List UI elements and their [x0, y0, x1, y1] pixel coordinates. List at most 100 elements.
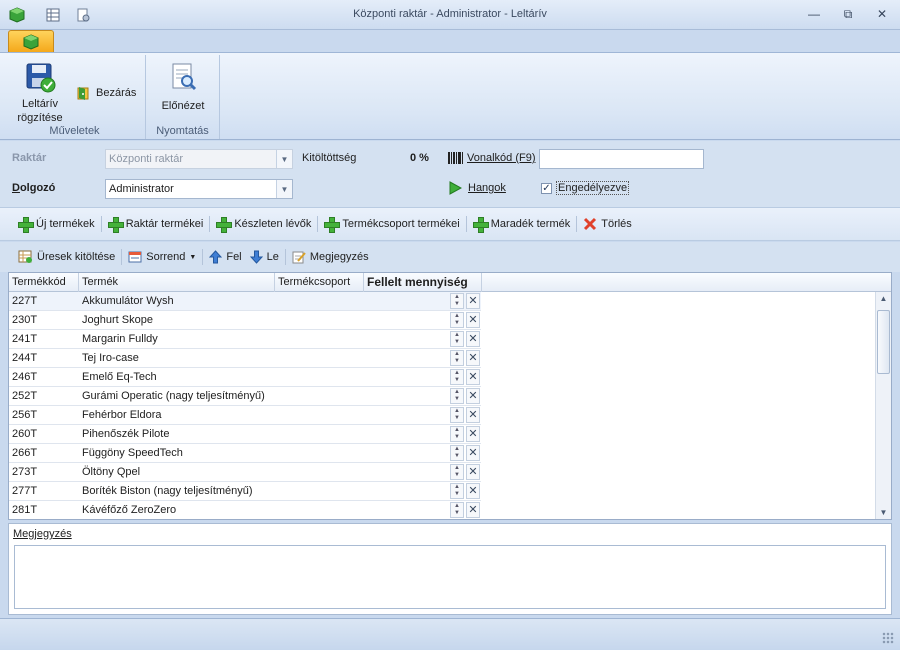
warehouse-products-button[interactable]: Raktár termékei — [104, 213, 208, 235]
product-code-cell[interactable]: 281T — [9, 501, 79, 519]
product-name-cell[interactable]: Akkumulátor Wysh — [79, 292, 275, 311]
product-group-cell[interactable] — [275, 387, 364, 406]
application-menu-button[interactable] — [8, 30, 54, 52]
column-header-product[interactable]: Termék — [79, 273, 275, 292]
product-group-cell[interactable] — [275, 501, 364, 519]
close-button[interactable]: ✕ — [872, 6, 892, 22]
product-code-cell[interactable]: 227T — [9, 292, 79, 311]
barcode-input[interactable] — [539, 149, 704, 169]
scroll-thumb[interactable] — [877, 310, 890, 374]
order-dropdown-button[interactable]: Sorrend ▼ — [124, 246, 200, 268]
enabled-checkbox[interactable]: ✓ Engedélyezve — [541, 181, 630, 195]
scroll-up-icon[interactable]: ▲ — [876, 292, 891, 306]
product-group-cell[interactable] — [275, 292, 364, 311]
product-name-cell[interactable]: Tej Iro-case — [79, 349, 275, 368]
quantity-cell[interactable] — [364, 330, 450, 349]
stepper-up-icon[interactable]: ▲ — [451, 332, 463, 339]
quantity-stepper[interactable]: ▲ ▼ — [450, 331, 464, 347]
quantity-stepper[interactable]: ▲ ▼ — [450, 502, 464, 518]
stepper-up-icon[interactable]: ▲ — [451, 389, 463, 396]
product-name-cell[interactable]: Gurámi Operatic (nagy teljesítményű) — [79, 387, 275, 406]
product-code-cell[interactable]: 252T — [9, 387, 79, 406]
clear-quantity-icon[interactable]: ✕ — [466, 312, 480, 328]
table-row[interactable]: 227T Akkumulátor Wysh ▲ ▼ ✕ — [9, 292, 481, 311]
stepper-up-icon[interactable]: ▲ — [451, 294, 463, 301]
stepper-down-icon[interactable]: ▼ — [451, 434, 463, 441]
delete-button[interactable]: Törlés — [579, 213, 636, 235]
clear-quantity-icon[interactable]: ✕ — [466, 407, 480, 423]
stepper-up-icon[interactable]: ▲ — [451, 503, 463, 510]
product-group-cell[interactable] — [275, 463, 364, 482]
quantity-stepper[interactable]: ▲ ▼ — [450, 312, 464, 328]
product-code-cell[interactable]: 244T — [9, 349, 79, 368]
product-group-cell[interactable] — [275, 406, 364, 425]
quantity-cell[interactable] — [364, 311, 450, 330]
stepper-down-icon[interactable]: ▼ — [451, 377, 463, 384]
clear-quantity-icon[interactable]: ✕ — [466, 293, 480, 309]
quantity-stepper[interactable]: ▲ ▼ — [450, 483, 464, 499]
quantity-cell[interactable] — [364, 482, 450, 501]
clear-quantity-icon[interactable]: ✕ — [466, 426, 480, 442]
table-row[interactable]: 241T Margarin Fulldy ▲ ▼ ✕ — [9, 330, 481, 349]
quantity-cell[interactable] — [364, 444, 450, 463]
product-name-cell[interactable]: Öltöny Qpel — [79, 463, 275, 482]
column-header-group[interactable]: Termékcsoport — [275, 273, 364, 292]
product-group-cell[interactable] — [275, 368, 364, 387]
product-group-cell[interactable] — [275, 330, 364, 349]
quantity-cell[interactable] — [364, 406, 450, 425]
product-name-cell[interactable]: Fehérbor Eldora — [79, 406, 275, 425]
quantity-cell[interactable] — [364, 349, 450, 368]
stepper-down-icon[interactable]: ▼ — [451, 453, 463, 460]
column-header-quantity[interactable]: Fellelt mennyiség — [364, 273, 482, 292]
move-down-button[interactable]: Le — [246, 246, 283, 268]
quantity-stepper[interactable]: ▲ ▼ — [450, 388, 464, 404]
quantity-stepper[interactable]: ▲ ▼ — [450, 293, 464, 309]
clear-quantity-icon[interactable]: ✕ — [466, 350, 480, 366]
move-up-button[interactable]: Fel — [205, 246, 245, 268]
product-name-cell[interactable]: Joghurt Skope — [79, 311, 275, 330]
quantity-stepper[interactable]: ▲ ▼ — [450, 350, 464, 366]
table-row[interactable]: 273T Öltöny Qpel ▲ ▼ ✕ — [9, 463, 481, 482]
clear-quantity-icon[interactable]: ✕ — [466, 483, 480, 499]
note-textarea[interactable] — [14, 545, 886, 609]
clear-quantity-icon[interactable]: ✕ — [466, 331, 480, 347]
product-name-cell[interactable]: Boríték Biston (nagy teljesítményű) — [79, 482, 275, 501]
quantity-cell[interactable] — [364, 387, 450, 406]
quantity-cell[interactable] — [364, 425, 450, 444]
stepper-down-icon[interactable]: ▼ — [451, 301, 463, 308]
product-group-cell[interactable] — [275, 482, 364, 501]
product-group-cell[interactable] — [275, 311, 364, 330]
product-code-cell[interactable]: 241T — [9, 330, 79, 349]
clear-quantity-icon[interactable]: ✕ — [466, 502, 480, 518]
quantity-stepper[interactable]: ▲ ▼ — [450, 369, 464, 385]
minimize-button[interactable]: — — [804, 6, 824, 22]
stepper-up-icon[interactable]: ▲ — [451, 427, 463, 434]
chevron-down-icon[interactable]: ▼ — [276, 180, 292, 198]
clear-quantity-icon[interactable]: ✕ — [466, 369, 480, 385]
table-row[interactable]: 252T Gurámi Operatic (nagy teljesítményű)… — [9, 387, 481, 406]
product-group-cell[interactable] — [275, 425, 364, 444]
new-products-button[interactable]: Új termékek — [14, 213, 99, 235]
remaining-product-button[interactable]: Maradék termék — [469, 213, 574, 235]
fill-empty-button[interactable]: Üresek kitöltése — [14, 246, 119, 268]
quantity-cell[interactable] — [364, 463, 450, 482]
product-code-cell[interactable]: 277T — [9, 482, 79, 501]
product-code-cell[interactable]: 266T — [9, 444, 79, 463]
product-code-cell[interactable]: 256T — [9, 406, 79, 425]
stepper-down-icon[interactable]: ▼ — [451, 491, 463, 498]
clear-quantity-icon[interactable]: ✕ — [466, 464, 480, 480]
product-name-cell[interactable]: Emelő Eq-Tech — [79, 368, 275, 387]
stepper-down-icon[interactable]: ▼ — [451, 396, 463, 403]
stepper-down-icon[interactable]: ▼ — [451, 339, 463, 346]
product-name-cell[interactable]: Pihenőszék Pilote — [79, 425, 275, 444]
product-group-cell[interactable] — [275, 444, 364, 463]
table-row[interactable]: 266T Függöny SpeedTech ▲ ▼ ✕ — [9, 444, 481, 463]
close-form-button[interactable]: Bezárás — [76, 85, 136, 101]
table-row[interactable]: 230T Joghurt Skope ▲ ▼ ✕ — [9, 311, 481, 330]
dolgozo-combo[interactable]: Administrator ▼ — [105, 179, 293, 199]
quantity-cell[interactable] — [364, 368, 450, 387]
stepper-down-icon[interactable]: ▼ — [451, 510, 463, 517]
table-row[interactable]: 260T Pihenőszék Pilote ▲ ▼ ✕ — [9, 425, 481, 444]
product-code-cell[interactable]: 246T — [9, 368, 79, 387]
sounds-button[interactable]: Hangok — [448, 181, 506, 195]
